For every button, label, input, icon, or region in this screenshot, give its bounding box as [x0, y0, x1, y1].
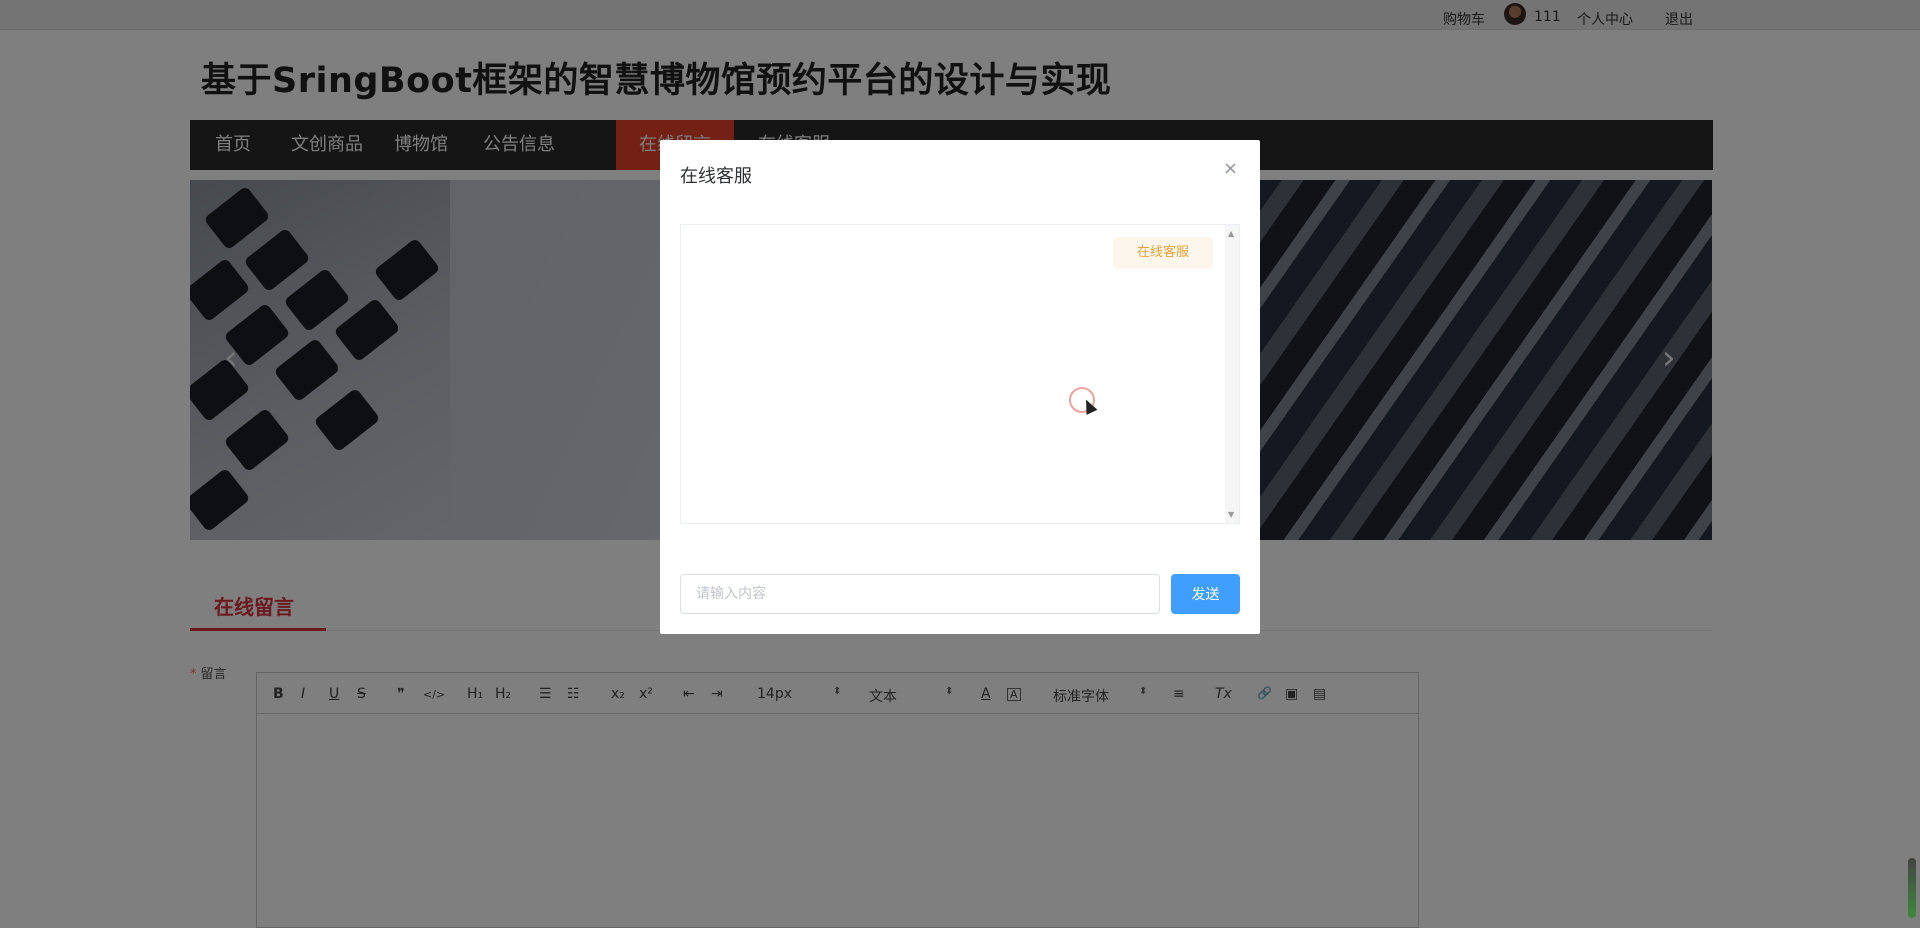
- close-icon[interactable]: ×: [1223, 158, 1238, 179]
- customer-service-dialog: 在线客服 × 在线客服 ▲ ▼ 发送: [660, 140, 1260, 634]
- scroll-down-icon[interactable]: ▼: [1228, 510, 1234, 519]
- chat-scrollbar[interactable]: ▲ ▼: [1225, 225, 1239, 523]
- dialog-title: 在线客服: [680, 166, 752, 187]
- send-button[interactable]: 发送: [1171, 574, 1240, 614]
- chat-bubble: 在线客服: [1113, 237, 1213, 269]
- chat-message-area[interactable]: 在线客服 ▲ ▼: [680, 224, 1240, 524]
- scroll-up-icon[interactable]: ▲: [1228, 229, 1234, 238]
- chat-input[interactable]: [680, 574, 1160, 614]
- side-scroll-widget[interactable]: [1908, 858, 1916, 918]
